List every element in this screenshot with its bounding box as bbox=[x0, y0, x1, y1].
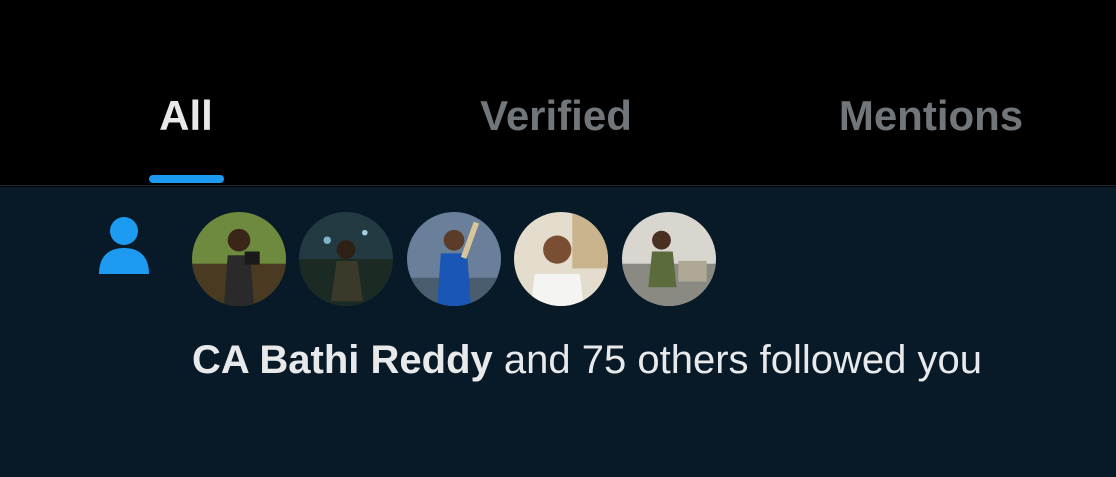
tab-all-label: All bbox=[159, 92, 213, 139]
avatar[interactable] bbox=[189, 209, 289, 309]
follower-name-link[interactable]: CA Bathi Reddy bbox=[192, 338, 493, 382]
tab-verified-label: Verified bbox=[480, 92, 632, 139]
notification-text: CA Bathi Reddy and 75 others followed yo… bbox=[192, 333, 1072, 387]
tab-mentions-label: Mentions bbox=[838, 92, 1024, 139]
avatar[interactable] bbox=[511, 209, 611, 309]
notification-tabs: All Verified Mentions bbox=[0, 0, 1116, 186]
tab-mentions[interactable]: Mentions bbox=[744, 0, 1116, 186]
avatar[interactable] bbox=[404, 209, 504, 309]
avatar[interactable] bbox=[296, 209, 396, 309]
follow-notification[interactable]: CA Bathi Reddy and 75 others followed yo… bbox=[0, 187, 1116, 477]
person-icon bbox=[97, 216, 151, 279]
tab-all[interactable]: All bbox=[0, 0, 372, 186]
avatar[interactable] bbox=[619, 209, 719, 309]
tab-verified[interactable]: Verified bbox=[372, 0, 744, 186]
active-tab-indicator bbox=[149, 175, 224, 183]
notification-message: and 75 others followed you bbox=[492, 338, 982, 382]
